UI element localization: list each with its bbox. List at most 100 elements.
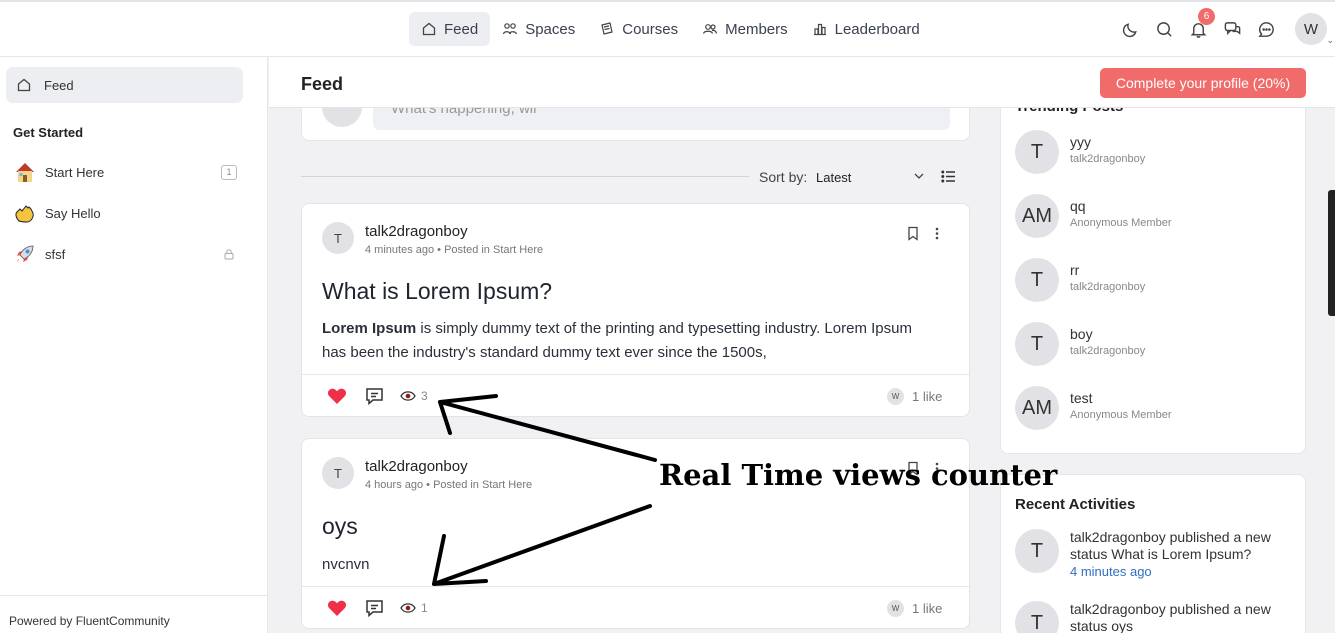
heart-icon[interactable]: [327, 599, 347, 617]
activity-item[interactable]: T talk2dragonboy published a new status …: [1015, 601, 1295, 633]
sort-row: Sort by: Latest: [301, 166, 970, 188]
post-title[interactable]: What is Lorem Ipsum?: [322, 278, 552, 305]
nav-feed-label: Feed: [444, 20, 479, 38]
notification-badge: 6: [1198, 8, 1215, 25]
nav-leaderboard-label: Leaderboard: [834, 20, 920, 38]
more-options-icon[interactable]: [932, 226, 942, 241]
sidebar-item-label: Start Here: [45, 164, 105, 180]
activity-time[interactable]: 4 minutes ago: [1070, 564, 1152, 579]
user-avatar-initial: W: [1303, 20, 1319, 38]
sidebar-item-start-here[interactable]: Start Here 1: [13, 158, 237, 186]
complete-profile-button[interactable]: Complete your profile (20%): [1100, 68, 1306, 98]
activity-item[interactable]: T talk2dragonboy published a new status …: [1015, 529, 1295, 589]
trending-item[interactable]: AM test Anonymous Member: [1015, 386, 1295, 432]
dark-mode-toggle[interactable]: [1113, 12, 1147, 46]
post-title[interactable]: oys: [322, 513, 358, 540]
view-count: 1: [421, 601, 428, 615]
top-navigation-bar: Feed Spaces Courses Members Leaderboard …: [0, 0, 1335, 57]
eye-icon: [400, 391, 416, 401]
post-footer: 1 W 1 like: [302, 586, 969, 629]
trending-title[interactable]: yyy: [1070, 134, 1091, 150]
author-avatar[interactable]: T: [322, 457, 354, 489]
eye-icon: [400, 603, 416, 613]
nav-members[interactable]: Members: [690, 12, 800, 46]
post-body: Lorem Ipsum is simply dummy text of the …: [322, 317, 932, 365]
search-button[interactable]: [1147, 12, 1181, 46]
recent-activities-card: Recent Activities T talk2dragonboy publi…: [1000, 474, 1306, 633]
post-footer: 3 W 1 like: [302, 374, 969, 417]
like-count[interactable]: 1 like: [912, 389, 942, 404]
avatar: AM: [1015, 386, 1059, 430]
trending-item[interactable]: AM qq Anonymous Member: [1015, 194, 1295, 240]
messages-button[interactable]: [1249, 12, 1283, 46]
nav-spaces-label: Spaces: [525, 20, 576, 38]
list-view-icon[interactable]: [941, 169, 956, 184]
trending-item[interactable]: T rr talk2dragonboy: [1015, 258, 1295, 304]
sidebar-item-label: Say Hello: [45, 205, 101, 221]
moon-icon: [1122, 22, 1137, 37]
chevron-down-icon: ⌄: [1326, 35, 1334, 45]
avatar: T: [1015, 322, 1059, 366]
nav-courses[interactable]: Courses: [587, 12, 690, 46]
trending-item[interactable]: T yyy talk2dragonboy: [1015, 130, 1295, 176]
nav-members-label: Members: [725, 20, 788, 38]
nav-spaces[interactable]: Spaces: [490, 12, 587, 46]
trending-title[interactable]: boy: [1070, 326, 1093, 342]
avatar: T: [1015, 529, 1059, 573]
comment-icon[interactable]: [364, 386, 385, 407]
post-author[interactable]: talk2dragonboy: [365, 458, 468, 475]
edge-feedback-tab[interactable]: [1328, 190, 1335, 316]
sort-select[interactable]: Latest: [816, 170, 851, 185]
chat-button[interactable]: [1215, 12, 1249, 46]
trending-author: Anonymous Member: [1070, 217, 1172, 229]
rocket-emoji-icon: [17, 245, 34, 262]
post-author[interactable]: talk2dragonboy: [365, 223, 468, 240]
trending-author: talk2dragonboy: [1070, 281, 1146, 293]
avatar: T: [1015, 130, 1059, 174]
sidebar-item-feed[interactable]: Feed: [6, 67, 243, 103]
post-body-bold: Lorem Ipsum: [322, 320, 417, 337]
main-nav: Feed Spaces Courses Members Leaderboard: [409, 12, 932, 46]
trending-author: Anonymous Member: [1070, 409, 1172, 421]
avatar: AM: [1015, 194, 1059, 238]
trending-title[interactable]: qq: [1070, 198, 1086, 214]
annotation-label: Real Time views counter: [659, 458, 1058, 492]
sidebar-item-say-hello[interactable]: Say Hello: [13, 199, 237, 227]
top-actions: 6 W ⌄: [1113, 8, 1335, 46]
chat-bubbles-icon: [1224, 21, 1240, 35]
sidebar-item-label: Feed: [44, 77, 74, 93]
trending-posts-card: Trending Posts T yyy talk2dragonboy AM q…: [1000, 90, 1306, 454]
trending-title[interactable]: test: [1070, 390, 1093, 406]
feed-header-bar: Feed Complete your profile (20%): [269, 57, 1335, 108]
trending-item[interactable]: T boy talk2dragonboy: [1015, 322, 1295, 368]
sidebar-item-sfsf[interactable]: sfsf: [13, 240, 237, 268]
heart-icon[interactable]: [327, 387, 347, 405]
user-avatar-menu[interactable]: W ⌄: [1295, 13, 1334, 45]
comment-icon[interactable]: [364, 598, 385, 619]
lock-icon: [224, 249, 234, 260]
notifications-button[interactable]: 6: [1181, 8, 1215, 46]
left-sidebar: Feed Get Started Start Here 1 Say Hello …: [0, 57, 268, 633]
feed-post: T talk2dragonboy 4 minutes ago • Posted …: [301, 203, 970, 417]
activity-text: talk2dragonboy published a new status Wh…: [1070, 529, 1295, 580]
post-meta: 4 hours ago • Posted in Start Here: [365, 479, 533, 491]
avatar: T: [1015, 258, 1059, 302]
avatar: T: [1015, 601, 1059, 633]
bookmark-icon[interactable]: [906, 226, 920, 241]
post-meta: 4 minutes ago • Posted in Start Here: [365, 244, 544, 256]
nav-leaderboard[interactable]: Leaderboard: [800, 12, 932, 46]
card-title: Recent Activities: [1015, 496, 1136, 513]
liker-avatar: W: [887, 388, 904, 405]
chevron-down-icon[interactable]: [912, 169, 926, 183]
sort-label: Sort by:: [759, 169, 808, 185]
message-icon: [1257, 21, 1274, 37]
sidebar-item-count: 1: [221, 164, 237, 180]
liker-avatar: W: [887, 600, 904, 617]
author-avatar[interactable]: T: [322, 222, 354, 254]
nav-feed[interactable]: Feed: [409, 12, 491, 46]
powered-by-footer[interactable]: Powered by FluentCommunity: [0, 595, 267, 633]
trending-title[interactable]: rr: [1070, 262, 1079, 278]
like-count[interactable]: 1 like: [912, 601, 942, 616]
activity-text: talk2dragonboy published a new status oy…: [1070, 601, 1295, 633]
courses-icon: [601, 22, 613, 35]
